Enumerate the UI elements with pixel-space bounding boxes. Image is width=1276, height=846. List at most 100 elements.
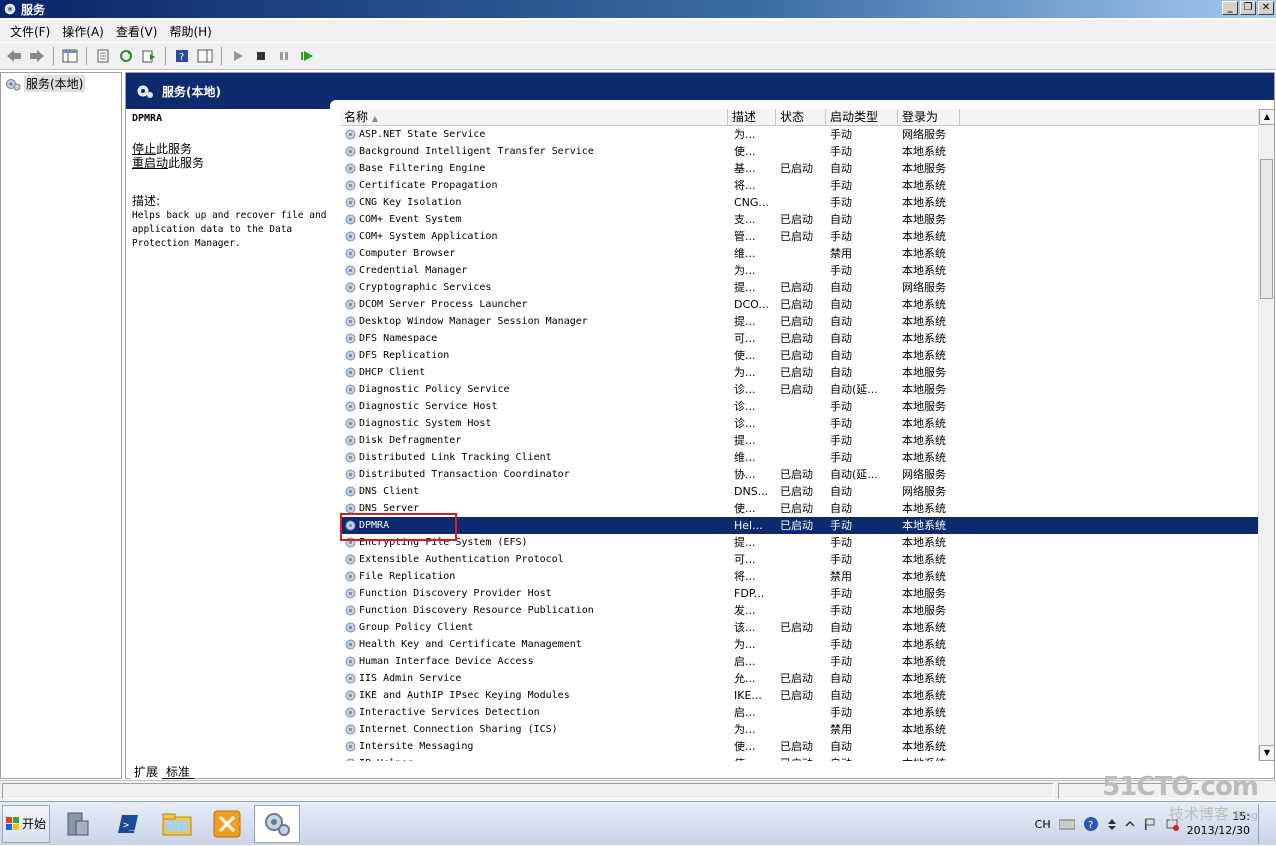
restart-service-link[interactable]: 重启动 (132, 156, 168, 170)
help-button[interactable]: ? (172, 46, 192, 66)
column-header-log-on-as[interactable]: 登录为 (898, 109, 960, 126)
show-hidden-icons-icon[interactable] (1125, 819, 1135, 829)
scroll-down-button[interactable]: ▼ (1259, 745, 1275, 761)
tree-item-services-local[interactable]: 服务(本地) (5, 75, 86, 92)
table-row[interactable]: Health Key and Certificate Management 为..… (340, 636, 1262, 653)
table-row[interactable]: DCOM Server Process Launcher DCO... 已启动 自动 本… (340, 296, 1262, 313)
service-startup-type: 禁用 (830, 570, 852, 583)
table-row[interactable]: Distributed Link Tracking Client 维... 手动 本地… (340, 449, 1262, 466)
stop-service-link[interactable]: 停止 (132, 142, 156, 156)
taskbar-server-manager[interactable] (54, 805, 100, 843)
start-button[interactable]: 开始 (2, 804, 50, 843)
table-row[interactable]: Base Filtering Engine 基... 已启动 自动 本地服务 (340, 160, 1262, 177)
column-header-description[interactable]: 描述 (728, 109, 776, 126)
menu-file[interactable]: 文件(F) (6, 23, 58, 40)
service-gear-icon (345, 724, 356, 735)
action-pane-icon (197, 49, 213, 63)
forward-button[interactable] (27, 46, 47, 66)
help-icon[interactable]: ? (1083, 816, 1099, 832)
table-row[interactable]: Internet Connection Sharing (ICS) 为... 禁用 本… (340, 721, 1262, 738)
vertical-scrollbar[interactable]: ▲ ▼ (1258, 109, 1275, 761)
service-description: 维... (734, 451, 756, 464)
table-row[interactable]: Encrypting File System (EFS) 提... 手动 本地系统 (340, 534, 1262, 551)
table-row[interactable]: Function Discovery Resource Publication 发… (340, 602, 1262, 619)
table-row[interactable]: COM+ System Application 管... 已启动 手动 本地系统 (340, 228, 1262, 245)
tab-extended[interactable]: 扩展 (130, 763, 163, 779)
back-button[interactable] (4, 46, 24, 66)
service-description: IKE... (734, 689, 762, 702)
table-row[interactable]: Function Discovery Provider Host FDP... 手动… (340, 585, 1262, 602)
export-list-button[interactable] (139, 46, 159, 66)
taskbar-app-orange[interactable] (204, 805, 250, 843)
table-row[interactable]: Distributed Transaction Coordinator 协... 已… (340, 466, 1262, 483)
service-description: 使... (734, 145, 756, 158)
table-row[interactable]: IP Helper 使...已启动自动本地系统 (340, 755, 1262, 761)
service-log-on-as: 本地系统 (902, 723, 946, 736)
column-header-status[interactable]: 状态 (776, 109, 826, 126)
start-service-button[interactable] (228, 46, 248, 66)
service-name: COM+ Event System (359, 214, 462, 225)
service-gear-icon (345, 265, 356, 276)
table-row[interactable]: DHCP Client 为... 已启动 自动 本地服务 (340, 364, 1262, 381)
table-row[interactable]: Credential Manager 为... 手动 本地系统 (340, 262, 1262, 279)
table-row[interactable]: Intersite Messaging 使... 已启动 自动 本地系统 (340, 738, 1262, 755)
table-row[interactable]: Diagnostic System Host 诊... 手动 本地系统 (340, 415, 1262, 432)
scroll-thumb[interactable] (1260, 159, 1273, 299)
menu-view[interactable]: 查看(V) (112, 23, 166, 40)
taskbar-explorer[interactable] (154, 805, 200, 843)
scroll-up-button[interactable]: ▲ (1259, 109, 1275, 125)
service-log-on-as: 本地服务 (902, 604, 946, 617)
table-row[interactable]: Background Intelligent Transfer Service 使… (340, 143, 1262, 160)
service-status: 已启动 (780, 162, 813, 175)
table-row[interactable]: Diagnostic Service Host 诊... 手动 本地服务 (340, 398, 1262, 415)
minimize-button[interactable]: _ (1222, 1, 1238, 15)
flag-icon[interactable] (1143, 817, 1157, 831)
table-row[interactable]: DFS Namespace 可... 已启动 自动 本地系统 (340, 330, 1262, 347)
stop-service-link-rest: 此服务 (156, 142, 193, 156)
taskbar-powershell[interactable]: >_ (104, 805, 150, 843)
properties-button[interactable] (93, 46, 113, 66)
table-row[interactable]: DFS Replication 使... 已启动 自动 本地系统 (340, 347, 1262, 364)
table-row[interactable]: DNS Client DNS... 已启动 自动 网络服务 (340, 483, 1262, 500)
menu-help[interactable]: 帮助(H) (165, 23, 219, 40)
close-button[interactable]: ✕ (1258, 1, 1274, 15)
column-header-startup-type[interactable]: 启动类型 (826, 109, 898, 126)
table-row[interactable]: DNS Server 使... 已启动 自动 本地系统 (340, 500, 1262, 517)
table-row[interactable]: COM+ Event System 支... 已启动 自动 本地服务 (340, 211, 1262, 228)
app-orange-icon (213, 810, 241, 837)
table-row[interactable]: Human Interface Device Access 启... 手动 本地系统 (340, 653, 1262, 670)
show-hide-tree-button[interactable] (60, 46, 80, 66)
table-row[interactable]: DPMRA Hel... 已启动 手动 本地系统 (340, 517, 1262, 534)
language-indicator[interactable]: CH (1035, 818, 1051, 831)
refresh-button[interactable] (116, 46, 136, 66)
pause-icon (280, 52, 288, 60)
table-row[interactable]: Cryptographic Services 提... 已启动 自动 网络服务 (340, 279, 1262, 296)
table-row[interactable]: Extensible Authentication Protocol 可... 手动… (340, 551, 1262, 568)
table-row[interactable]: Certificate Propagation 将... 手动 本地系统 (340, 177, 1262, 194)
restart-service-button[interactable] (297, 46, 317, 66)
table-row[interactable]: Disk Defragmenter 提... 手动 本地系统 (340, 432, 1262, 449)
pause-service-button[interactable] (274, 46, 294, 66)
table-row[interactable]: Diagnostic Policy Service 诊... 已启动 自动(延... 本… (340, 381, 1262, 398)
table-row[interactable]: IIS Admin Service 允... 已启动 自动 本地系统 (340, 670, 1262, 687)
show-action-pane-button[interactable] (195, 46, 215, 66)
table-row[interactable]: IKE and AuthIP IPsec Keying Modules IKE..… (340, 687, 1262, 704)
show-desktop-button[interactable] (1258, 804, 1270, 844)
table-row[interactable]: Desktop Window Manager Session Manager 提.… (340, 313, 1262, 330)
tab-standard[interactable]: 标准 (162, 763, 195, 779)
table-row[interactable]: Group Policy Client 该... 已启动 自动 本地系统 (340, 619, 1262, 636)
stop-service-button[interactable] (251, 46, 271, 66)
service-name: Credential Manager (359, 265, 468, 276)
table-row[interactable]: CNG Key Isolation CNG... 手动 本地系统 (340, 194, 1262, 211)
service-description: 诊... (734, 417, 756, 430)
table-row[interactable]: File Replication 将... 禁用 本地系统 (340, 568, 1262, 585)
table-row[interactable]: Interactive Services Detection 启... 手动 本地系统 (340, 704, 1262, 721)
table-row[interactable]: Computer Browser 维... 禁用 本地系统 (340, 245, 1262, 262)
column-header-name[interactable]: 名称 ▲ (340, 109, 728, 126)
keyboard-icon[interactable] (1058, 818, 1075, 830)
restore-button[interactable]: ❐ (1240, 1, 1256, 15)
menu-action[interactable]: 操作(A) (58, 23, 112, 40)
taskbar-services[interactable] (254, 804, 300, 843)
table-row[interactable]: ASP.NET State Service 为... 手动 网络服务 (340, 126, 1262, 143)
options-arrow-icon[interactable] (1107, 817, 1117, 831)
